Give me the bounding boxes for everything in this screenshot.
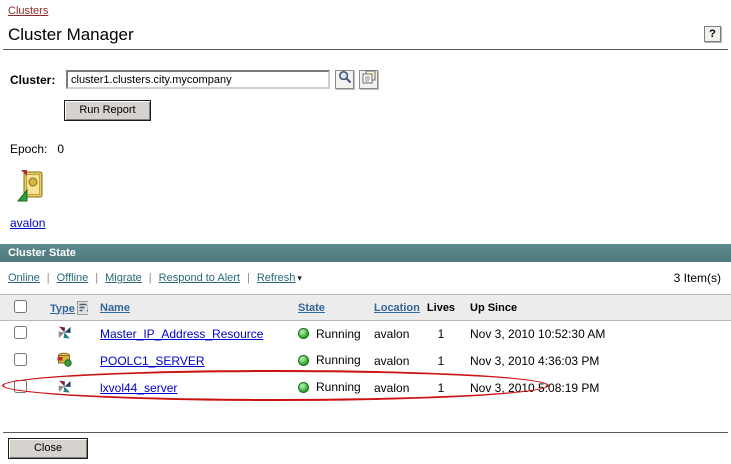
up-since-cell: Nov 3, 2010 5:08:19 PM: [460, 375, 731, 402]
table-row: Master_IP_Address_Resource Running avalo…: [0, 321, 731, 348]
cluster-manager-page: Clusters Cluster Manager ? Cluster:: [0, 0, 731, 464]
column-header-name[interactable]: Name: [100, 302, 130, 314]
location-cell: avalon: [364, 375, 422, 402]
epoch-row: Epoch: 0: [10, 142, 731, 156]
cluster-state-toolbar: Online | Offline | Migrate | Respond to …: [0, 262, 731, 294]
action-respond-to-alert[interactable]: Respond to Alert: [159, 272, 240, 284]
breadcrumb: Clusters: [0, 0, 731, 17]
object-selector-button[interactable]: [335, 70, 354, 89]
sort-icon[interactable]: [77, 301, 88, 315]
row-checkbox[interactable]: [14, 326, 27, 339]
up-since-cell: Nov 3, 2010 4:36:03 PM: [460, 348, 731, 375]
column-header-location[interactable]: Location: [374, 302, 420, 314]
close-button[interactable]: Close: [8, 438, 88, 459]
lives-cell: 1: [422, 375, 460, 402]
object-history-button[interactable]: [359, 70, 378, 89]
table-header-row: Type Name State Location Lives Up Since: [0, 295, 731, 321]
column-header-lives: Lives: [427, 302, 455, 314]
lives-cell: 1: [422, 348, 460, 375]
location-cell: avalon: [364, 348, 422, 375]
title-divider: [3, 49, 728, 50]
up-since-cell: Nov 3, 2010 10:52:30 AM: [460, 321, 731, 348]
select-all-checkbox[interactable]: [14, 300, 27, 313]
search-icon: [338, 70, 352, 89]
state-label: Running: [316, 353, 361, 367]
footer-divider: [3, 432, 728, 433]
help-button[interactable]: ?: [704, 26, 721, 42]
chevron-down-icon: ▾: [297, 273, 302, 284]
cluster-object-link[interactable]: avalon: [10, 216, 45, 230]
title-row: Cluster Manager ?: [8, 25, 723, 45]
column-header-state[interactable]: State: [298, 302, 325, 314]
table-row-highlighted: lxvol44_server Running avalon 1 Nov 3, 2…: [0, 375, 731, 402]
action-online[interactable]: Online: [8, 272, 40, 284]
refresh-menu[interactable]: Refresh ▾: [257, 272, 302, 284]
action-separator: |: [149, 272, 152, 284]
location-cell: avalon: [364, 321, 422, 348]
cluster-object-icon: [16, 169, 46, 203]
state-label: Running: [316, 380, 361, 394]
row-checkbox[interactable]: [14, 380, 27, 393]
cluster-object-block: avalon: [10, 169, 731, 232]
action-refresh[interactable]: Refresh: [257, 272, 296, 284]
action-separator: |: [95, 272, 98, 284]
pool-server-icon: [57, 352, 72, 367]
breadcrumb-clusters-link[interactable]: Clusters: [8, 5, 48, 17]
run-report-button[interactable]: Run Report: [64, 100, 151, 121]
state-label: Running: [316, 327, 361, 341]
history-pages-icon: [362, 70, 376, 89]
action-offline[interactable]: Offline: [57, 272, 89, 284]
epoch-value: 0: [57, 142, 64, 156]
action-separator: |: [247, 272, 250, 284]
running-status-icon: [298, 328, 309, 339]
action-separator: |: [47, 272, 50, 284]
running-status-icon: [298, 355, 309, 366]
cluster-state-section-header: Cluster State: [0, 244, 731, 262]
column-header-type[interactable]: Type: [50, 303, 75, 315]
action-migrate[interactable]: Migrate: [105, 272, 142, 284]
resource-name-link[interactable]: Master_IP_Address_Resource: [100, 327, 263, 341]
epoch-label: Epoch:: [10, 142, 47, 156]
running-status-icon: [298, 382, 309, 393]
page-title: Cluster Manager: [8, 25, 134, 44]
cluster-resource-icon: [57, 325, 72, 340]
item-count: 3 Item(s): [674, 271, 721, 285]
row-checkbox[interactable]: [14, 353, 27, 366]
column-header-up-since: Up Since: [470, 302, 517, 314]
resource-name-link[interactable]: lxvol44_server: [100, 381, 177, 395]
cluster-state-table: Type Name State Location Lives Up Since …: [0, 294, 731, 402]
resource-name-link[interactable]: POOLC1_SERVER: [100, 354, 205, 368]
cluster-input[interactable]: [66, 70, 330, 89]
lives-cell: 1: [422, 321, 460, 348]
table-row: POOLC1_SERVER Running avalon 1 Nov 3, 20…: [0, 348, 731, 375]
cluster-resource-icon: [57, 379, 72, 394]
cluster-form-row: Cluster:: [10, 69, 731, 90]
cluster-field-label: Cluster:: [10, 73, 66, 87]
